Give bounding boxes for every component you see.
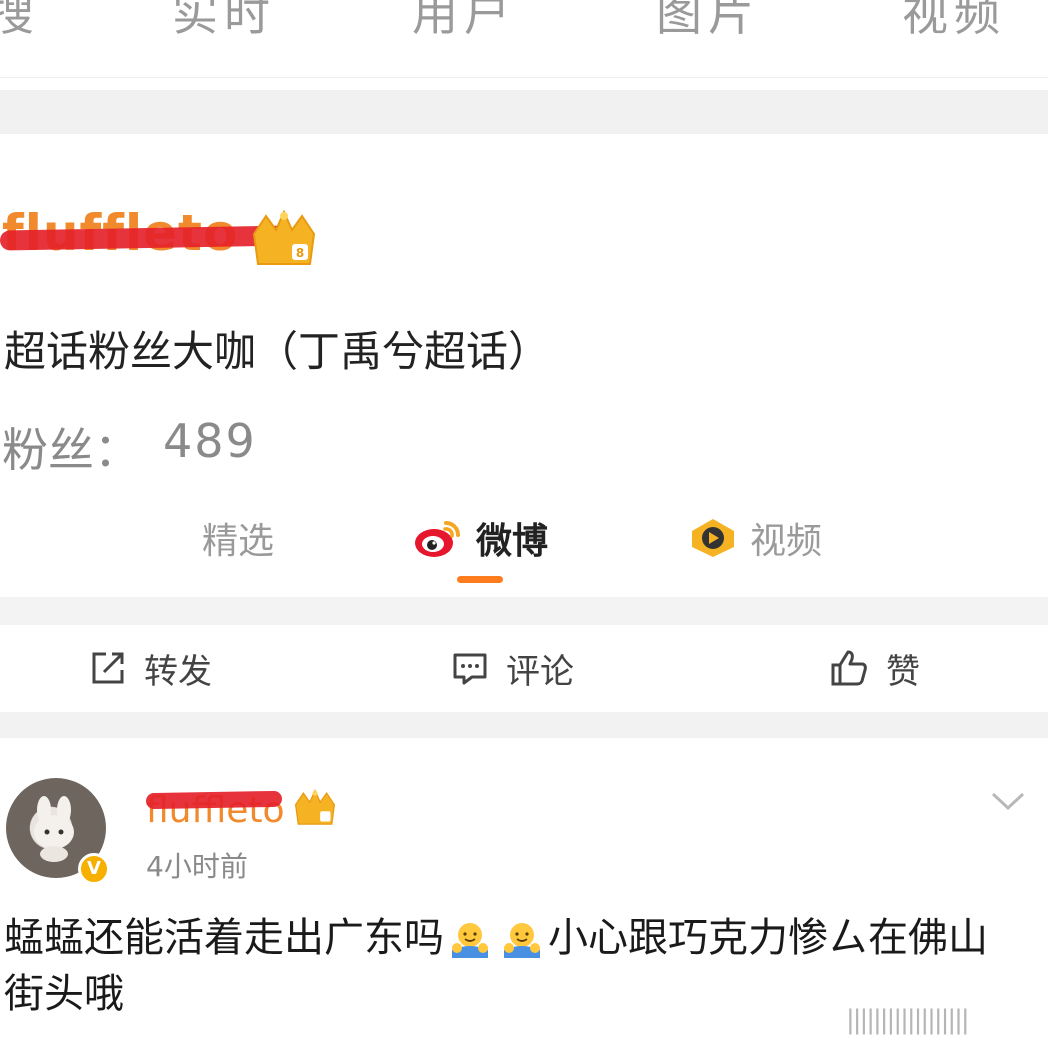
like-label: 赞 <box>886 651 920 692</box>
repost-label: 转发 <box>144 651 212 692</box>
crown-badge-icon: 8 <box>252 209 316 265</box>
tab-images[interactable]: 图片 <box>656 0 760 44</box>
tab-weibo[interactable]: 微博 <box>414 512 548 564</box>
crown-badge-icon <box>294 788 336 825</box>
comment-label: 评论 <box>506 651 574 692</box>
bunny-plush-image <box>34 796 74 862</box>
tab-featured[interactable]: 精选 <box>202 512 274 564</box>
watermark: |||||||||||||||||| <box>846 1005 970 1035</box>
hugging-emoji-icon <box>504 923 540 958</box>
comment-icon <box>452 650 488 686</box>
search-type-tabs: 搜 实时 用户 图片 视频 <box>0 0 1048 78</box>
post-timestamp: 4小时前 <box>146 850 248 883</box>
tab-realtime[interactable]: 实时 <box>172 0 276 44</box>
chevron-down-icon[interactable] <box>990 790 1026 816</box>
fans-label: 粉丝： <box>2 423 140 477</box>
tab-featured-label: 精选 <box>202 521 275 562</box>
like-button[interactable]: 赞 <box>830 640 920 696</box>
section-divider <box>0 712 1048 738</box>
repost-icon <box>90 650 126 686</box>
weibo-logo-icon <box>414 517 464 559</box>
comment-button[interactable]: 评论 <box>452 640 574 696</box>
fans-count: 489 <box>163 414 257 468</box>
post-text-part1: 蜢蜢还能活着走出广东吗 <box>4 915 444 961</box>
super-topic-badge-text: 超话粉丝大咖（丁禹兮超话） <box>4 327 551 376</box>
hugging-emoji-icon <box>452 923 488 958</box>
redaction-scribble <box>145 790 283 810</box>
repost-button[interactable]: 转发 <box>90 640 212 696</box>
section-divider <box>0 597 1048 625</box>
svg-text:8: 8 <box>296 246 304 260</box>
tab-videos[interactable]: 视频 <box>902 0 1006 44</box>
video-play-icon <box>688 517 738 559</box>
tab-comprehensive[interactable]: 搜 <box>0 0 40 44</box>
tab-weibo-label: 微博 <box>476 521 549 562</box>
tab-users[interactable]: 用户 <box>412 0 516 44</box>
active-tab-indicator <box>457 576 503 583</box>
thumbs-up-icon <box>830 649 868 687</box>
verified-badge-icon: V <box>78 853 110 885</box>
tab-video[interactable]: 视频 <box>688 512 822 564</box>
tab-video-label: 视频 <box>750 521 823 562</box>
section-divider <box>0 90 1048 134</box>
